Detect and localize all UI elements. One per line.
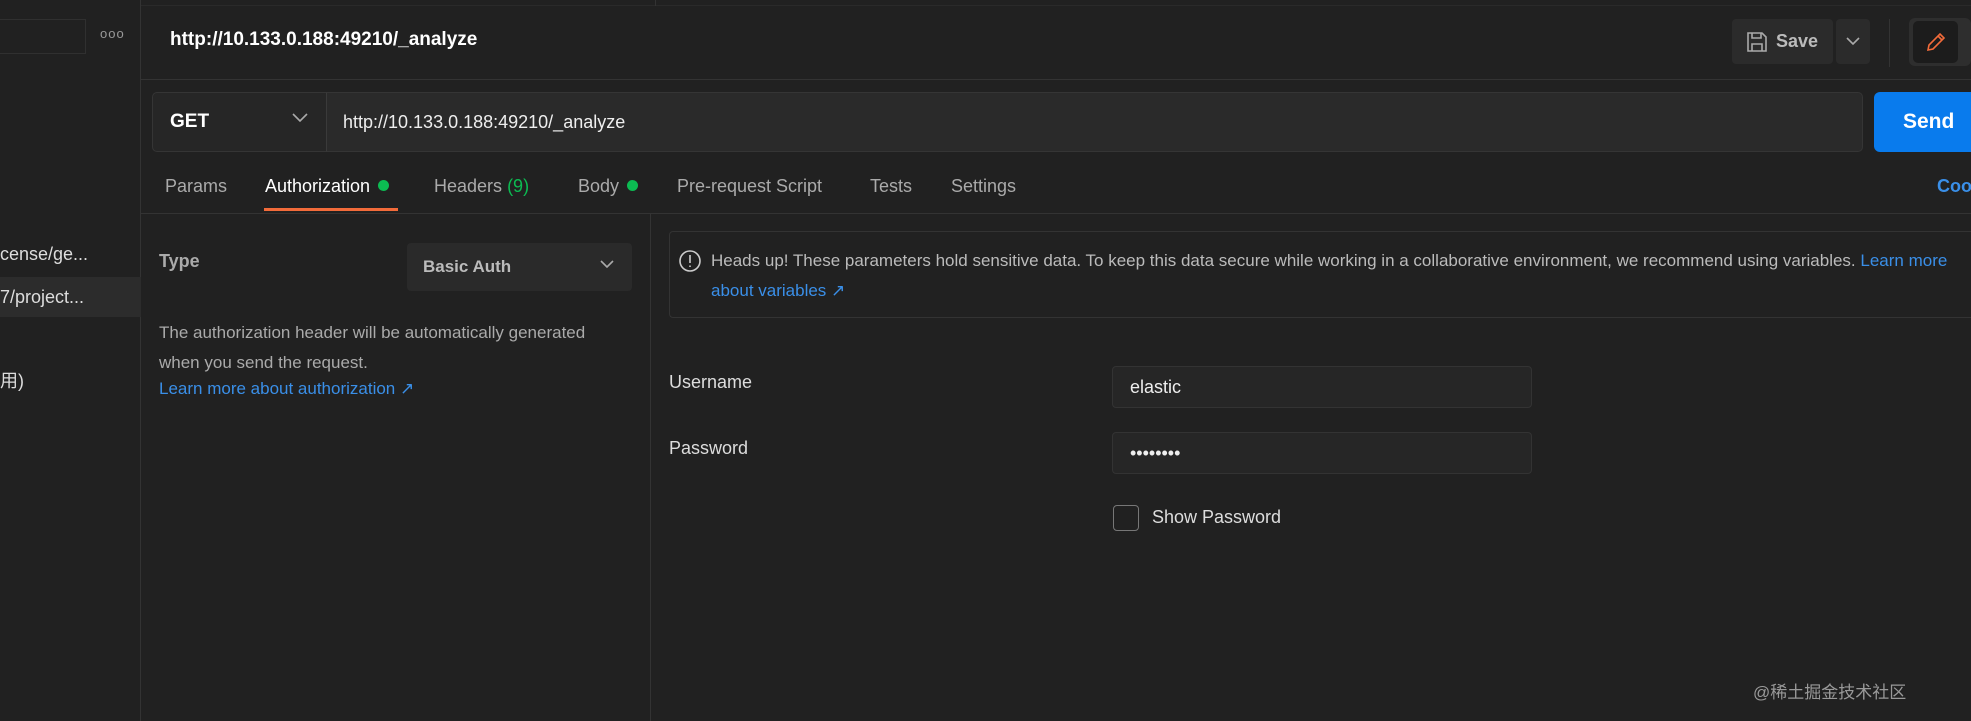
headers-count: (9) (507, 176, 530, 196)
watermark: @稀土掘金技术社区 (1753, 683, 1907, 702)
chevron-down-icon (600, 260, 614, 269)
request-tabs: Params Authorization Headers (9) Body Pr… (141, 168, 1971, 214)
divider (1889, 19, 1890, 67)
description-text: The authorization header will be automat… (159, 323, 586, 372)
sidebar-request-item[interactable]: 用) (0, 361, 141, 401)
cookies-link[interactable]: Coo (1937, 176, 1971, 197)
status-dot (378, 180, 390, 191)
notice-message: Heads up! These parameters hold sensitiv… (711, 251, 1856, 270)
tab-authorization[interactable]: Authorization (265, 176, 390, 197)
tab-label: Headers (434, 176, 503, 196)
password-input[interactable]: •••••••• (1112, 432, 1532, 474)
tab-pre-request-script[interactable]: Pre-request Script (677, 176, 822, 197)
sidebar-request-item[interactable]: cense/ge... (0, 234, 141, 274)
save-button[interactable]: Save (1732, 19, 1833, 64)
tab-body[interactable]: Body (578, 176, 639, 197)
tab-params[interactable]: Params (165, 176, 227, 197)
password-label: Password (669, 438, 749, 458)
username-label: Username (669, 372, 753, 392)
edit-button[interactable] (1913, 21, 1958, 63)
tab-label: Pre-request Script (677, 176, 823, 196)
save-icon (1747, 31, 1767, 52)
learn-more-authorization-link[interactable]: Learn more about authorization ↗ (159, 378, 619, 400)
save-options-button[interactable] (1836, 19, 1870, 64)
method-select[interactable]: GET (152, 92, 327, 152)
sidebar-request-item-selected[interactable]: 7/project... (0, 277, 141, 317)
status-dot (627, 180, 639, 191)
username-input[interactable]: elastic (1112, 366, 1532, 408)
pencil-icon (1926, 32, 1945, 52)
tab-tests[interactable]: Tests (870, 176, 912, 197)
active-tab-indicator (264, 208, 398, 211)
tab-label: Params (165, 176, 228, 196)
tab-label: Body (578, 176, 620, 196)
tab-label: Settings (951, 176, 1017, 196)
type-label: Type (159, 251, 200, 271)
auth-type-value: Basic Auth (423, 257, 512, 276)
more-options-icon[interactable]: ooo (100, 26, 125, 41)
auth-type-select[interactable]: Basic Auth (407, 243, 632, 291)
url-input[interactable]: http://10.133.0.188:49210/_analyze (326, 92, 1863, 152)
tab-label: Tests (870, 176, 913, 196)
send-button[interactable]: Send (1874, 92, 1971, 152)
chevron-down-icon (1846, 37, 1860, 46)
request-title[interactable]: http://10.133.0.188:49210/_analyze (170, 29, 477, 51)
show-password-checkbox[interactable] (1113, 505, 1139, 531)
sidebar: ooo cense/ge... 7/project... 用) (0, 0, 141, 721)
sidebar-search-input[interactable] (0, 19, 86, 54)
chevron-down-icon (292, 113, 308, 123)
notice-text: Heads up! These parameters hold sensitiv… (711, 246, 1971, 306)
tab-headers[interactable]: Headers (9) (434, 176, 529, 197)
info-icon (679, 250, 701, 272)
tab-label: Authorization (265, 176, 371, 196)
auth-description: The authorization header will be automat… (159, 318, 619, 400)
method-value: GET (170, 111, 210, 132)
show-password-label[interactable]: Show Password (1152, 507, 1281, 528)
save-label: Save (1776, 31, 1819, 51)
tab-settings[interactable]: Settings (951, 176, 1016, 197)
